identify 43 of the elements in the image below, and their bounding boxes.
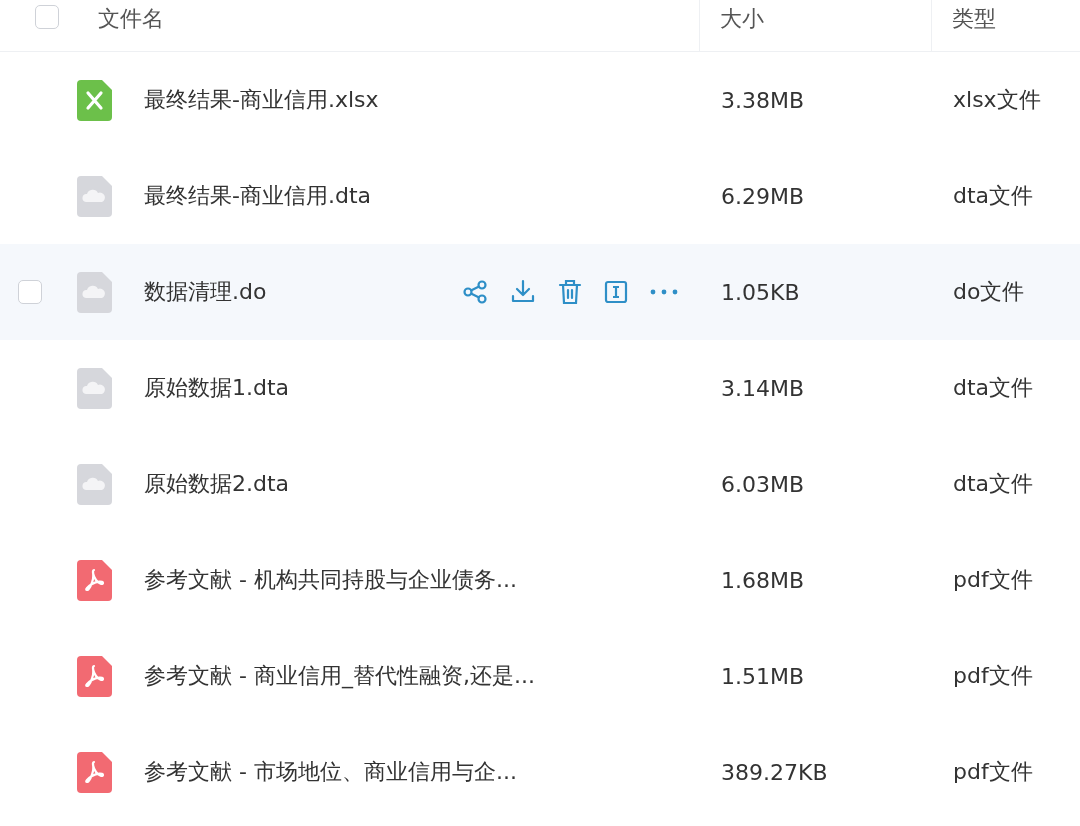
file-type: pdf文件 <box>953 759 1033 784</box>
column-header[interactable]: 大小 <box>720 4 764 34</box>
file-type: dta文件 <box>953 471 1034 496</box>
download-icon[interactable] <box>510 279 536 305</box>
column-header[interactable]: 文件名 <box>98 4 164 34</box>
file-name[interactable]: 参考文献 - 市场地位、商业信用与企... <box>144 759 517 784</box>
pdf-file-icon <box>77 751 112 793</box>
file-size: 389.27KB <box>721 759 828 785</box>
more-icon[interactable] <box>650 289 678 295</box>
cloud-file-icon <box>77 271 112 313</box>
file-size: 3.38MB <box>721 87 805 113</box>
file-size: 6.29MB <box>721 183 805 209</box>
cloud-file-icon <box>77 463 112 505</box>
file-type: pdf文件 <box>953 663 1033 688</box>
share-icon[interactable] <box>462 279 488 305</box>
file-size: 1.51MB <box>721 663 805 689</box>
file-name[interactable]: 参考文献 - 机构共同持股与企业债务... <box>144 567 517 592</box>
cloud-file-icon <box>77 175 112 217</box>
pdf-file-icon <box>77 559 112 601</box>
spreadsheet-file-icon <box>77 79 112 121</box>
file-type: dta文件 <box>953 375 1034 400</box>
file-name[interactable]: 原始数据1.dta <box>144 375 290 400</box>
column-header[interactable]: 类型 <box>952 4 996 34</box>
file-name[interactable]: 原始数据2.dta <box>144 471 290 496</box>
file-type: pdf文件 <box>953 567 1033 592</box>
row-checkbox[interactable] <box>18 280 42 304</box>
file-name[interactable]: 数据清理.do <box>144 279 267 304</box>
file-name[interactable]: 最终结果-商业信用.xlsx <box>144 87 379 112</box>
file-type: xlsx文件 <box>953 87 1041 112</box>
file-size: 1.68MB <box>721 567 805 593</box>
file-type: do文件 <box>953 279 1025 304</box>
rename-icon[interactable] <box>604 280 628 304</box>
cloud-file-icon <box>77 367 112 409</box>
file-size: 3.14MB <box>721 375 805 401</box>
file-size: 6.03MB <box>721 471 805 497</box>
file-name[interactable]: 最终结果-商业信用.dta <box>144 183 371 208</box>
file-size: 1.05KB <box>721 279 800 305</box>
trash-icon[interactable] <box>558 279 582 305</box>
select-all-checkbox[interactable] <box>35 5 59 29</box>
file-name[interactable]: 参考文献 - 商业信用_替代性融资,还是... <box>144 663 535 688</box>
file-row-highlight[interactable]: 数据清理.do 1.05KB do文件 <box>0 244 1080 340</box>
file-type: dta文件 <box>953 183 1034 208</box>
pdf-file-icon <box>77 655 112 697</box>
